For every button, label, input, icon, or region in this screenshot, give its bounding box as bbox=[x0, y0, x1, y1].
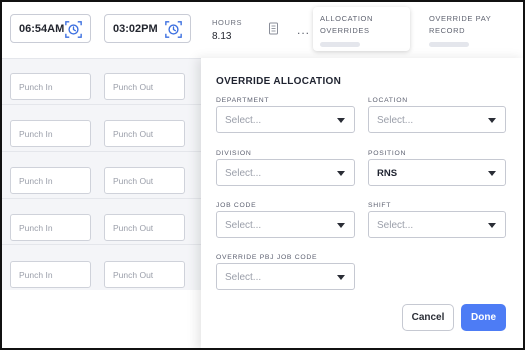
division-value: Select... bbox=[225, 168, 262, 179]
chevron-down-icon bbox=[488, 171, 496, 176]
division-label: DIVISION bbox=[216, 150, 252, 157]
done-button[interactable]: Done bbox=[461, 304, 506, 331]
punch-in-placeholder: Punch In bbox=[19, 176, 53, 186]
tab-allocation-overrides-line2: OVERRIDES bbox=[320, 26, 370, 35]
cancel-button[interactable]: Cancel bbox=[402, 304, 454, 331]
punch-in-input[interactable]: Punch In bbox=[10, 73, 91, 100]
punch-in-placeholder: Punch In bbox=[19, 223, 53, 233]
job-code-select[interactable]: Select... bbox=[216, 211, 355, 238]
tab-override-pay-record-line2: RECORD bbox=[429, 26, 466, 35]
department-label: DEPARTMENT bbox=[216, 97, 270, 104]
clock-icon[interactable] bbox=[165, 21, 182, 38]
location-value: Select... bbox=[377, 115, 414, 126]
shift-select[interactable]: Select... bbox=[368, 211, 506, 238]
punch-out-input[interactable]: Punch Out bbox=[104, 73, 185, 100]
punch-out-input[interactable]: Punch Out bbox=[104, 214, 185, 241]
punch-out-input[interactable]: Punch Out bbox=[104, 261, 185, 288]
tab-override-pay-record-line1: OVERRIDE PAY bbox=[429, 14, 492, 23]
clock-out-time-field[interactable]: 03:02PM bbox=[104, 14, 191, 43]
punch-in-input[interactable]: Punch In bbox=[10, 214, 91, 241]
punch-in-input[interactable]: Punch In bbox=[10, 261, 91, 288]
position-value: RNS bbox=[377, 168, 398, 179]
shift-value: Select... bbox=[377, 220, 414, 231]
hours-value: 8.13 bbox=[212, 31, 232, 42]
punch-out-placeholder: Punch Out bbox=[113, 223, 154, 233]
punch-in-input[interactable]: Punch In bbox=[10, 167, 91, 194]
chevron-down-icon bbox=[337, 171, 345, 176]
punch-out-placeholder: Punch Out bbox=[113, 82, 154, 92]
chevron-down-icon bbox=[337, 275, 345, 280]
pbj-job-code-select[interactable]: Select... bbox=[216, 263, 355, 290]
tab-allocation-overrides-line1: ALLOCATION bbox=[320, 14, 373, 23]
position-label: POSITION bbox=[368, 150, 407, 157]
punch-out-placeholder: Punch Out bbox=[113, 129, 154, 139]
department-value: Select... bbox=[225, 115, 262, 126]
punch-out-placeholder: Punch Out bbox=[113, 176, 154, 186]
clock-out-time-value: 03:02PM bbox=[113, 23, 158, 35]
time-entry-header: 06:54AM 03:02PM HOURS 8.13 ... ALLOCATIO… bbox=[0, 0, 525, 58]
clock-in-time-value: 06:54AM bbox=[19, 23, 65, 35]
tab-placeholder-bar bbox=[429, 42, 469, 47]
clock-icon[interactable] bbox=[65, 21, 82, 38]
chevron-down-icon bbox=[337, 118, 345, 123]
department-select[interactable]: Select... bbox=[216, 106, 355, 133]
tab-override-pay-record[interactable]: OVERRIDE PAY RECORD bbox=[422, 7, 512, 51]
punch-out-placeholder: Punch Out bbox=[113, 270, 154, 280]
chevron-down-icon bbox=[337, 223, 345, 228]
panel-title: OVERRIDE ALLOCATION bbox=[216, 76, 342, 87]
tab-placeholder-bar bbox=[320, 42, 360, 47]
trash-icon[interactable] bbox=[268, 22, 279, 35]
chevron-down-icon bbox=[488, 118, 496, 123]
more-options-icon[interactable]: ... bbox=[297, 24, 310, 36]
clock-in-time-field[interactable]: 06:54AM bbox=[10, 14, 91, 43]
hours-label: HOURS bbox=[212, 18, 243, 27]
chevron-down-icon bbox=[488, 223, 496, 228]
punch-in-input[interactable]: Punch In bbox=[10, 120, 91, 147]
override-allocation-panel: OVERRIDE ALLOCATION DEPARTMENT Select...… bbox=[201, 58, 525, 350]
job-code-label: JOB CODE bbox=[216, 202, 257, 209]
punch-in-placeholder: Punch In bbox=[19, 270, 53, 280]
punch-in-placeholder: Punch In bbox=[19, 82, 53, 92]
job-code-value: Select... bbox=[225, 220, 262, 231]
pbj-job-code-value: Select... bbox=[225, 272, 262, 283]
location-select[interactable]: Select... bbox=[368, 106, 506, 133]
punch-in-placeholder: Punch In bbox=[19, 129, 53, 139]
position-select[interactable]: RNS bbox=[368, 159, 506, 186]
division-select[interactable]: Select... bbox=[216, 159, 355, 186]
shift-label: SHIFT bbox=[368, 202, 392, 209]
tab-allocation-overrides[interactable]: ALLOCATION OVERRIDES bbox=[313, 7, 410, 51]
location-label: LOCATION bbox=[368, 97, 408, 104]
pbj-job-code-label: OVERRIDE PBJ JOB CODE bbox=[216, 254, 318, 261]
punch-out-input[interactable]: Punch Out bbox=[104, 167, 185, 194]
punch-out-input[interactable]: Punch Out bbox=[104, 120, 185, 147]
